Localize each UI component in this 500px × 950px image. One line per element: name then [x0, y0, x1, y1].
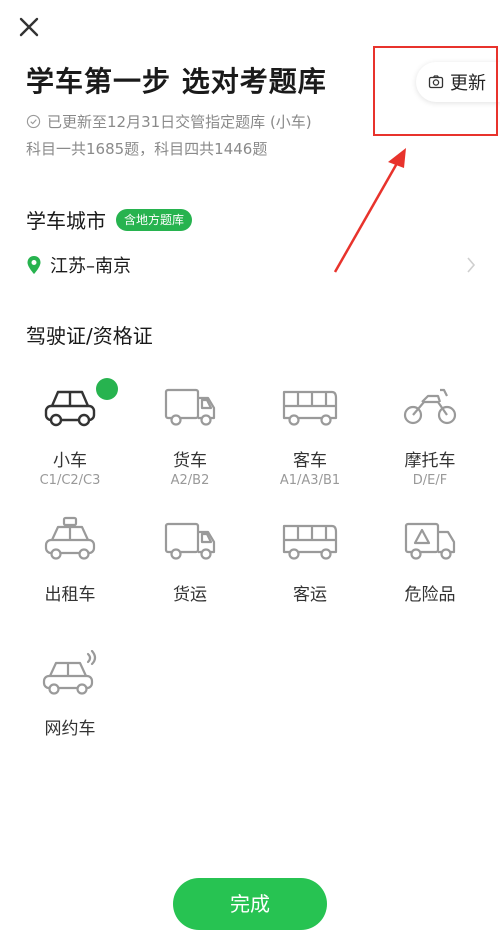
location-pin-icon — [27, 256, 41, 274]
selected-check-icon — [96, 378, 139, 415]
vehicle-label: 客车 — [293, 451, 327, 471]
bus-icon — [282, 524, 338, 560]
question-count-info: 科目一共1685题，科目四共1446题 — [26, 140, 268, 158]
vehicle-option-car[interactable]: 小车 C1/C2/C3 — [10, 378, 139, 488]
check-circle-icon — [26, 114, 41, 129]
update-info: 已更新至12月31日交管指定题库 (小车) — [26, 111, 312, 132]
vehicle-option-truck[interactable]: 货车 A2/B2 — [130, 382, 250, 488]
vehicle-sub: D/E/F — [412, 473, 448, 488]
page-title: 学车第一步 选对考题库 — [26, 65, 327, 98]
vehicle-option-hazmat[interactable]: 危险品 — [370, 516, 490, 605]
done-button[interactable]: 完成 — [173, 878, 327, 930]
vehicle-label: 网约车 — [44, 719, 96, 739]
vehicle-label: 危险品 — [404, 585, 456, 605]
motorcycle-icon — [403, 388, 457, 425]
bus-icon — [282, 390, 338, 426]
chevron-right-icon — [467, 257, 476, 273]
vehicle-label: 客运 — [293, 585, 327, 605]
vehicle-option-passenger-transport[interactable]: 客运 — [250, 516, 370, 605]
update-button-label: 更新 — [450, 73, 486, 94]
vehicle-label: 摩托车 — [404, 451, 456, 471]
city-section-header: 学车城市 含地方题库 — [26, 205, 193, 234]
city-value: 江苏–南京 — [50, 256, 131, 277]
truck-icon — [164, 522, 216, 560]
car-icon — [44, 390, 96, 427]
update-info-text: 已更新至12月31日交管指定题库 (小车) — [47, 113, 312, 131]
vehicle-option-motorcycle[interactable]: 摩托车 D/E/F — [370, 382, 490, 488]
vehicle-sub: C1/C2/C3 — [39, 473, 101, 488]
close-button[interactable] — [14, 12, 44, 42]
vehicle-option-bus[interactable]: 客车 A1/A3/B1 — [250, 382, 370, 488]
vehicle-option-taxi[interactable]: 出租车 — [10, 516, 130, 605]
ride-hailing-car-icon — [42, 649, 97, 695]
local-questions-badge: 含地方题库 — [116, 208, 193, 231]
license-section-title: 驾驶证/资格证 — [26, 324, 153, 348]
camera-refresh-icon — [428, 75, 444, 89]
truck-icon — [164, 388, 216, 426]
vehicle-label: 出租车 — [44, 585, 96, 605]
vehicle-sub: A2/B2 — [170, 473, 210, 488]
update-button[interactable]: 更新 — [416, 62, 500, 102]
vehicle-option-ride-hailing[interactable]: 网约车 — [10, 649, 130, 739]
city-section-title: 学车城市 — [26, 209, 106, 233]
vehicle-label: 货车 — [173, 451, 207, 471]
hazmat-truck-icon — [404, 522, 456, 560]
taxi-icon — [44, 516, 96, 560]
vehicle-option-freight[interactable]: 货运 — [130, 516, 250, 605]
city-selector[interactable]: 江苏–南京 — [26, 250, 482, 280]
vehicle-label: 货运 — [173, 585, 207, 605]
close-icon — [19, 17, 39, 37]
vehicle-label: 小车 — [53, 451, 87, 471]
vehicle-sub: A1/A3/B1 — [279, 473, 341, 488]
